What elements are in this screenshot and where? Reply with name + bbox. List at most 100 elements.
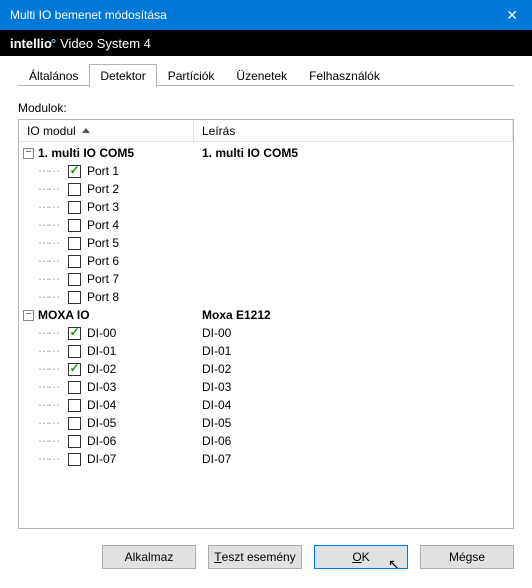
tree-connector-icon: ⋯⋯ bbox=[38, 434, 66, 448]
item-label: Port 5 bbox=[87, 236, 119, 250]
tree-item-row[interactable]: ⋯⋯ DI-05 DI-05 bbox=[19, 414, 513, 432]
tree-connector-icon: ⋯⋯ bbox=[38, 452, 66, 466]
tree-item-row[interactable]: ⋯⋯Port 4 bbox=[19, 216, 513, 234]
item-label: Port 3 bbox=[87, 200, 119, 214]
checkbox[interactable] bbox=[68, 165, 81, 178]
item-desc: DI-05 bbox=[198, 416, 509, 430]
group-label: 1. multi IO COM5 bbox=[38, 146, 134, 160]
item-label: Port 8 bbox=[87, 290, 119, 304]
item-desc: DI-00 bbox=[198, 326, 509, 340]
col-io[interactable]: IO modul bbox=[19, 120, 194, 141]
brand-rest: Video System 4 bbox=[60, 36, 151, 51]
checkbox[interactable] bbox=[68, 201, 81, 214]
tree-group-row[interactable]: −MOXA IOMoxa E1212 bbox=[19, 306, 513, 324]
checkbox[interactable] bbox=[68, 273, 81, 286]
test-event-button[interactable]: Teszt esemény bbox=[208, 545, 302, 569]
tree-item-row[interactable]: ⋯⋯ DI-02 DI-02 bbox=[19, 360, 513, 378]
item-label: DI-00 bbox=[87, 326, 116, 340]
body: Modulok: IO modul Leírás −1. multi IO CO… bbox=[0, 87, 532, 529]
tree-item-row[interactable]: ⋯⋯ DI-00 DI-00 bbox=[19, 324, 513, 342]
item-desc: DI-02 bbox=[198, 362, 509, 376]
checkbox[interactable] bbox=[68, 381, 81, 394]
tree-connector-icon: ⋯⋯ bbox=[38, 380, 66, 394]
checkbox[interactable] bbox=[68, 327, 81, 340]
checkbox[interactable] bbox=[68, 345, 81, 358]
tree-connector-icon: ⋯⋯ bbox=[38, 290, 66, 304]
tree-connector-icon: ⋯⋯ bbox=[38, 182, 66, 196]
item-desc: DI-06 bbox=[198, 434, 509, 448]
tree-item-row[interactable]: ⋯⋯ Port 5 bbox=[19, 234, 513, 252]
item-desc: DI-01 bbox=[198, 344, 509, 358]
item-desc: DI-04 bbox=[198, 398, 509, 412]
checkbox[interactable] bbox=[68, 363, 81, 376]
tree-item-row[interactable]: ⋯⋯ DI-01 DI-01 bbox=[19, 342, 513, 360]
tree-item-row[interactable]: ⋯⋯ Port 8 bbox=[19, 288, 513, 306]
tree-item-row[interactable]: ⋯⋯ DI-07 DI-07 bbox=[19, 450, 513, 468]
col-io-label: IO modul bbox=[27, 124, 76, 138]
item-label: Port 1 bbox=[87, 164, 119, 178]
tree-item-row[interactable]: ⋯⋯ Port 2 bbox=[19, 180, 513, 198]
checkbox[interactable] bbox=[68, 219, 81, 232]
tree-connector-icon: ⋯⋯ bbox=[38, 398, 66, 412]
footer: Alkalmaz Teszt esemény OK Mégse bbox=[0, 529, 532, 585]
module-grid: IO modul Leírás −1. multi IO COM51. mult… bbox=[18, 119, 514, 529]
checkbox[interactable] bbox=[68, 417, 81, 430]
tree-connector-icon: ⋯⋯ bbox=[38, 164, 66, 178]
tree: −1. multi IO COM51. multi IO COM5⋯⋯Port … bbox=[19, 142, 513, 470]
item-label: Port 2 bbox=[87, 182, 119, 196]
ok-button[interactable]: OK bbox=[314, 545, 408, 569]
group-desc: Moxa E1212 bbox=[198, 308, 509, 322]
item-desc: DI-03 bbox=[198, 380, 509, 394]
item-label: Port 6 bbox=[87, 254, 119, 268]
item-label: DI-01 bbox=[87, 344, 116, 358]
tab-detector[interactable]: Detektor bbox=[89, 64, 156, 87]
checkbox[interactable] bbox=[68, 237, 81, 250]
tree-item-row[interactable]: ⋯⋯ DI-06 DI-06 bbox=[19, 432, 513, 450]
checkbox[interactable] bbox=[68, 255, 81, 268]
collapse-icon[interactable]: − bbox=[23, 310, 34, 321]
item-desc: DI-07 bbox=[198, 452, 509, 466]
titlebar: Multi IO bemenet módosítása ✕ bbox=[0, 0, 532, 30]
tree-connector-icon: ⋯⋯ bbox=[38, 272, 66, 286]
grid-header: IO modul Leírás bbox=[19, 120, 513, 142]
tab-partitions[interactable]: Partíciók bbox=[157, 64, 226, 87]
window-title: Multi IO bemenet módosítása bbox=[10, 8, 167, 22]
item-label: DI-03 bbox=[87, 380, 116, 394]
item-label: DI-02 bbox=[87, 362, 116, 376]
apply-button[interactable]: Alkalmaz bbox=[102, 545, 196, 569]
tree-item-row[interactable]: ⋯⋯Port 6 bbox=[19, 252, 513, 270]
item-label: Port 7 bbox=[87, 272, 119, 286]
close-icon[interactable]: ✕ bbox=[502, 7, 522, 24]
tab-users[interactable]: Felhasználók bbox=[298, 64, 391, 87]
tabs: Általános Detektor Partíciók Üzenetek Fe… bbox=[0, 56, 532, 86]
checkbox[interactable] bbox=[68, 435, 81, 448]
tab-messages[interactable]: Üzenetek bbox=[225, 64, 298, 87]
tab-general[interactable]: Általános bbox=[18, 64, 89, 87]
tree-connector-icon: ⋯⋯ bbox=[38, 416, 66, 430]
tree-item-row[interactable]: ⋯⋯ Port 1 bbox=[19, 162, 513, 180]
item-label: DI-06 bbox=[87, 434, 116, 448]
tree-group-row[interactable]: −1. multi IO COM51. multi IO COM5 bbox=[19, 144, 513, 162]
checkbox[interactable] bbox=[68, 291, 81, 304]
tree-connector-icon: ⋯⋯ bbox=[38, 362, 66, 376]
col-desc-label: Leírás bbox=[202, 124, 235, 138]
tree-connector-icon: ⋯⋯ bbox=[38, 344, 66, 358]
brand-dot: ° bbox=[51, 36, 56, 51]
cancel-button[interactable]: Mégse bbox=[420, 545, 514, 569]
item-label: DI-05 bbox=[87, 416, 116, 430]
checkbox[interactable] bbox=[68, 453, 81, 466]
collapse-icon[interactable]: − bbox=[23, 148, 34, 159]
col-desc[interactable]: Leírás bbox=[194, 120, 513, 141]
tree-item-row[interactable]: ⋯⋯DI-04DI-04 bbox=[19, 396, 513, 414]
tree-item-row[interactable]: ⋯⋯ DI-03 DI-03 bbox=[19, 378, 513, 396]
item-label: Port 4 bbox=[87, 218, 119, 232]
tree-connector-icon: ⋯⋯ bbox=[38, 236, 66, 250]
tree-item-row[interactable]: ⋯⋯ Port 3 bbox=[19, 198, 513, 216]
tree-connector-icon: ⋯⋯ bbox=[38, 200, 66, 214]
tree-item-row[interactable]: ⋯⋯ Port 7 bbox=[19, 270, 513, 288]
checkbox[interactable] bbox=[68, 183, 81, 196]
item-label: DI-07 bbox=[87, 452, 116, 466]
checkbox[interactable] bbox=[68, 399, 81, 412]
tree-connector-icon: ⋯⋯ bbox=[38, 326, 66, 340]
brand-name: intellio bbox=[10, 36, 52, 51]
